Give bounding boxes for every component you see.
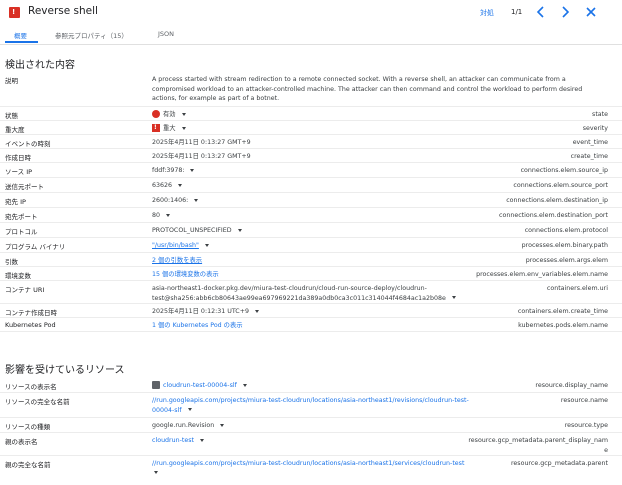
remediation-link[interactable]: 対処 — [480, 8, 494, 18]
chevron-down-icon — [220, 423, 225, 427]
detail-row-args: 引数 2 個の引数を表示 processes.elem.args.elem — [0, 254, 622, 267]
show-args-link[interactable]: 2 個の引数を表示 — [152, 256, 202, 266]
tab-overview[interactable]: 概要 — [14, 30, 27, 40]
close-button[interactable] — [584, 5, 598, 19]
cloud-run-service-icon — [152, 381, 160, 389]
severity-flag-icon: ! — [9, 7, 20, 18]
resource-full-name-link[interactable]: //run.googleapis.com/projects/miura-test… — [152, 396, 469, 415]
chevron-down-icon — [237, 228, 242, 232]
tab-source-properties[interactable]: 参照元プロパティ（15） — [55, 30, 128, 40]
state-select[interactable]: 有効 — [152, 110, 186, 120]
detail-row-env-vars: 環境変数 15 個の環境変数の表示 processes.elem.env_var… — [0, 268, 622, 281]
resource-type-select[interactable]: google.run.Revision — [152, 421, 225, 431]
chevron-down-icon — [166, 213, 171, 217]
resource-row-type: リソースの種類 google.run.Revision resource.typ… — [0, 419, 622, 433]
detail-row-create-time: 作成日時 2025年4月11日 0:13:27 GMT+9 create_tim… — [0, 150, 622, 163]
detail-row-binary: プログラム バイナリ "/usr/bin/bash" processes.ele… — [0, 239, 622, 253]
resource-row-parent-display-name: 親の表示名 cloudrun-test resource.gcp_metadat… — [0, 434, 622, 456]
chevron-down-icon — [181, 112, 186, 116]
detail-row-protocol: プロトコル PROTOCOL_UNSPECIFIED connections.e… — [0, 224, 622, 238]
resource-row-display-name: リソースの表示名 cloudrun-test-00004-slf resourc… — [0, 379, 622, 393]
detail-row-state: 状態 有効 state — [0, 108, 622, 121]
severity-select[interactable]: ! 重大 — [152, 124, 186, 134]
detail-row-source-port: 送信元ポート 63626 connections.elem.source_por… — [0, 179, 622, 193]
detail-row-destination-ip: 宛先 IP 2600:1406: connections.elem.destin… — [0, 194, 622, 208]
container-create-time-select[interactable]: 2025年4月11日 0:12:31 UTC+9 — [152, 307, 259, 317]
chevron-down-icon — [204, 243, 209, 247]
resource-display-name-select[interactable]: cloudrun-test-00004-slf — [152, 381, 247, 391]
next-button[interactable] — [558, 5, 572, 19]
close-icon — [586, 7, 596, 17]
details-section-title: 検出された内容 — [5, 60, 75, 71]
detail-row-container-uri: コンテナ URI asia-northeast1-docker.pkg.dev/… — [0, 282, 622, 304]
binary-path-select[interactable]: "/usr/bin/bash" — [152, 241, 209, 251]
chevron-down-icon — [178, 183, 183, 187]
tabs-divider — [0, 44, 622, 45]
tab-json[interactable]: JSON — [158, 30, 174, 38]
resource-section-title: 影響を受けているリソース — [5, 365, 125, 376]
detail-row-description: 説明 A process started with stream redirec… — [0, 73, 622, 107]
chevron-down-icon — [242, 383, 247, 387]
parent-full-name-link[interactable]: //run.googleapis.com/projects/miura-test… — [152, 459, 464, 478]
detail-row-container-create-time: コンテナ作成日時 2025年4月11日 0:12:31 UTC+9 contai… — [0, 305, 622, 318]
chevron-down-icon — [254, 309, 259, 313]
prev-button[interactable] — [534, 5, 548, 19]
chevron-left-icon — [536, 6, 544, 18]
chevron-down-icon — [154, 471, 158, 475]
source-port-select[interactable]: 63626 — [152, 181, 183, 191]
chevron-right-icon — [562, 6, 570, 18]
panel-header: ! Reverse shell 対処 1/1 — [0, 0, 622, 26]
detail-row-severity: 重大度 ! 重大 severity — [0, 122, 622, 135]
chevron-down-icon — [190, 168, 195, 172]
critical-severity-icon: ! — [152, 124, 160, 132]
detail-row-event-time: イベントの時刻 2025年4月11日 0:13:27 GMT+9 event_t… — [0, 136, 622, 149]
parent-display-name-select[interactable]: cloudrun-test — [152, 436, 204, 446]
active-tab-indicator — [5, 41, 38, 43]
protocol-select[interactable]: PROTOCOL_UNSPECIFIED — [152, 226, 242, 236]
destination-port-select[interactable]: 80 — [152, 211, 171, 221]
detail-row-kubernetes-pod: Kubernetes Pod 1 個の Kubernetes Pod の表示 k… — [0, 319, 622, 332]
chevron-down-icon — [200, 438, 204, 442]
destination-ip-select[interactable]: 2600:1406: — [152, 196, 199, 206]
active-state-icon — [152, 110, 160, 118]
source-ip-select[interactable]: fddf:3978: — [152, 166, 195, 176]
chevron-down-icon — [194, 198, 199, 202]
show-kubernetes-pods-link[interactable]: 1 個の Kubernetes Pod の表示 — [152, 321, 243, 331]
chevron-down-icon — [451, 296, 456, 300]
detail-row-destination-port: 宛先ポート 80 connections.elem.destination_po… — [0, 209, 622, 223]
detail-row-source-ip: ソース IP fddf:3978: connections.elem.sourc… — [0, 164, 622, 178]
show-env-vars-link[interactable]: 15 個の環境変数の表示 — [152, 270, 219, 280]
finding-title: Reverse shell — [28, 5, 98, 17]
chevron-down-icon — [181, 126, 186, 130]
resource-row-full-name: リソースの完全な名前 //run.googleapis.com/projects… — [0, 394, 622, 418]
tab-bar: 概要 参照元プロパティ（15） JSON — [0, 26, 622, 44]
resource-row-parent-full-name: 親の完全な名前 //run.googleapis.com/projects/mi… — [0, 457, 622, 485]
chevron-down-icon — [187, 408, 192, 412]
pager-count: 1/1 — [511, 8, 523, 16]
container-uri-select[interactable]: asia-northeast1-docker.pkg.dev/miura-tes… — [152, 284, 456, 303]
description-text: A process started with stream redirectio… — [152, 76, 583, 103]
